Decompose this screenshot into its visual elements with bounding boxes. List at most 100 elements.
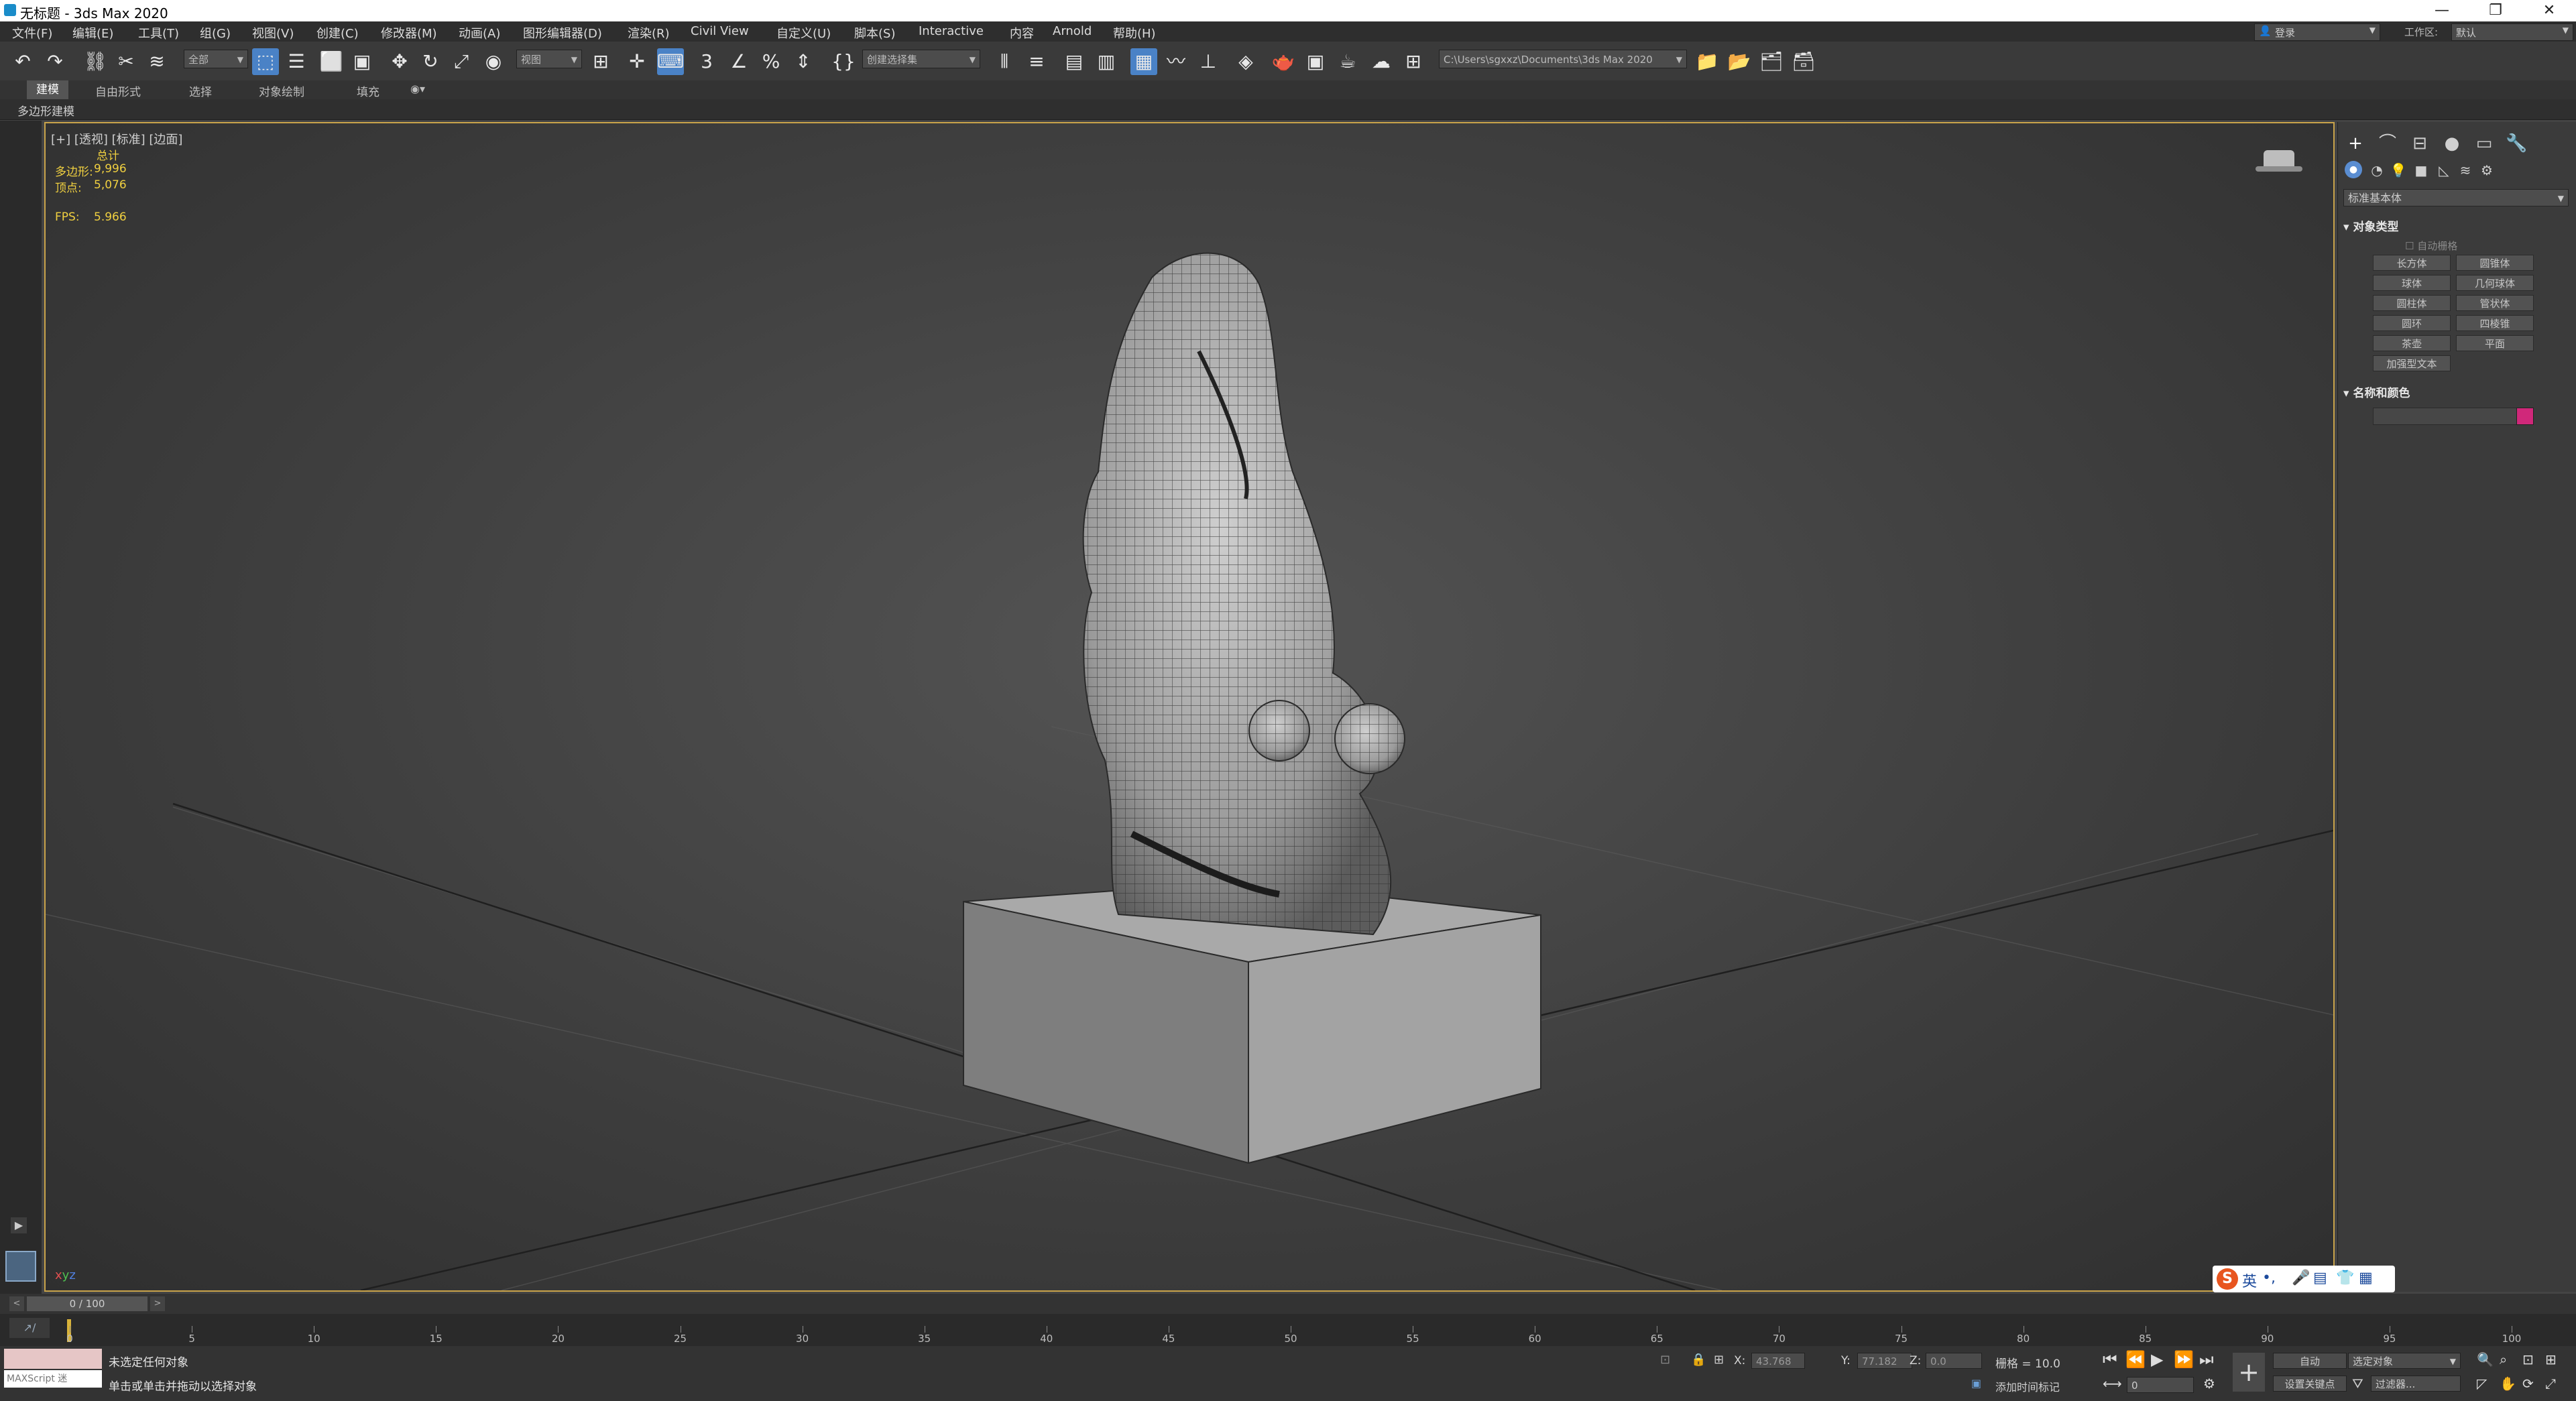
maximize-viewport-icon[interactable]: ⤢ [2545, 1376, 2556, 1392]
time-configuration-icon[interactable]: ⚙ [2203, 1376, 2215, 1392]
track-bar[interactable]: ↗∕ 0 5 10 15 20 25 30 35 40 45 50 55 60 65 70 75 80 85 90 9… [0, 1314, 2576, 1346]
render-in-cloud-icon[interactable]: ☁ [1368, 48, 1395, 75]
ribbon-tab-populate[interactable]: 填充 [357, 82, 379, 99]
cameras-icon[interactable]: ■ [2410, 160, 2432, 181]
menu-view[interactable]: 视图(V) [252, 24, 294, 42]
a360-gallery-icon[interactable]: ⊞ [1400, 48, 1427, 75]
name-color-rollout[interactable]: ▾ 名称和颜色 [2343, 383, 2569, 400]
zoom-all-icon[interactable]: ⌕ [2500, 1351, 2507, 1367]
perspective-viewport[interactable]: [+] [透视] [标准] [边面] 总计 多边形: 9,996 顶点: 5,0… [44, 122, 2335, 1292]
display-tab-icon[interactable]: ▭ [2473, 133, 2495, 154]
set-key-icon[interactable]: + [2233, 1353, 2265, 1392]
play-icon[interactable]: ▶ [2151, 1350, 2163, 1369]
motion-tab-icon[interactable]: ● [2441, 133, 2463, 154]
reference-coordinate-dropdown[interactable]: 视图 ▼ [516, 50, 582, 68]
y-coordinate-field[interactable]: 77.182 [1857, 1353, 1912, 1369]
lights-icon[interactable]: 💡 [2388, 160, 2409, 181]
rectangular-selection-icon[interactable]: ⬜ [318, 48, 345, 75]
next-frame-icon[interactable]: > [150, 1296, 165, 1311]
menu-graph-editors[interactable]: 图形编辑器(D) [523, 24, 602, 42]
plane-button[interactable]: 平面 [2456, 335, 2534, 351]
menu-tools[interactable]: 工具(T) [138, 24, 179, 42]
percent-snap-icon[interactable]: % [758, 48, 784, 75]
utilities-tab-icon[interactable]: 🔧 [2506, 133, 2527, 154]
expand-arrow-icon[interactable]: ▶ [11, 1217, 27, 1233]
pan-view-icon[interactable]: ✋ [2500, 1376, 2516, 1392]
time-slider[interactable]: < 0 / 100 > [0, 1294, 2576, 1314]
sphere-button[interactable]: 球体 [2373, 275, 2451, 291]
spinner-snap-icon[interactable]: ⇕ [790, 48, 817, 75]
box-button[interactable]: 长方体 [2373, 255, 2451, 271]
sign-in-dropdown[interactable]: 👤 登录 ▼ [2254, 23, 2380, 41]
systems-icon[interactable]: ⚙ [2476, 160, 2498, 181]
ribbon-tab-selection[interactable]: 选择 [189, 82, 212, 99]
scale-icon[interactable]: ⤢ [448, 48, 475, 75]
zoom-extents-all-icon[interactable]: ⊞ [2545, 1351, 2557, 1367]
cylinder-button[interactable]: 圆柱体 [2373, 295, 2451, 311]
absolute-mode-icon[interactable]: ⊞ [1714, 1353, 1724, 1367]
ime-punctuation[interactable]: •, [2262, 1270, 2276, 1286]
go-to-end-icon[interactable]: ⏭ [2199, 1350, 2214, 1369]
menu-edit[interactable]: 编辑(E) [72, 24, 113, 42]
project-settings-icon[interactable]: 🗃 [1790, 48, 1817, 75]
toggle-layer-explorer-icon[interactable]: ▥ [1093, 48, 1120, 75]
helpers-icon[interactable]: ◺ [2433, 160, 2455, 181]
menu-scripting[interactable]: 脚本(S) [854, 24, 895, 42]
selection-filter-dropdown[interactable]: 全部 ▼ [184, 50, 248, 68]
time-slider-thumb[interactable]: 0 / 100 [27, 1296, 148, 1311]
select-manipulate-icon[interactable]: ✛ [624, 48, 650, 75]
toggle-scene-explorer-icon[interactable]: ▤ [1061, 48, 1088, 75]
keyboard-shortcut-override-icon[interactable]: ⌨ [657, 48, 684, 75]
move-icon[interactable]: ✥ [386, 48, 413, 75]
torus-button[interactable]: 圆环 [2373, 315, 2451, 331]
key-mode-toggle-icon[interactable]: ⟷ [2103, 1376, 2122, 1392]
field-of-view-icon[interactable]: ◸ [2477, 1376, 2487, 1392]
menu-group[interactable]: 组(G) [200, 24, 231, 42]
toggle-ribbon-icon[interactable]: ▦ [1130, 48, 1157, 75]
angle-snap-icon[interactable]: ∠ [725, 48, 752, 75]
z-coordinate-field[interactable]: 0.0 [1926, 1353, 1982, 1369]
keyboard-icon[interactable]: ▤ [2313, 1270, 2327, 1286]
polygon-modeling-label[interactable]: 多边形建模 [17, 102, 74, 119]
window-crossing-icon[interactable]: ▣ [349, 48, 375, 75]
link-icon[interactable]: ⛓ [82, 48, 109, 75]
set-key-button[interactable]: 设置关键点 [2273, 1376, 2347, 1392]
skin-icon[interactable]: 👕 [2336, 1270, 2354, 1286]
geosphere-button[interactable]: 几何球体 [2456, 275, 2534, 291]
schematic-view-icon[interactable]: ⊥ [1195, 48, 1222, 75]
selection-lock-icon[interactable]: 🔒 [1691, 1353, 1706, 1367]
open-explorer-icon[interactable]: 📁 [1694, 48, 1720, 75]
text-plus-button[interactable]: 加强型文本 [2373, 355, 2451, 371]
render-production-icon[interactable]: ☕ [1334, 48, 1361, 75]
primitive-category-dropdown[interactable]: 标准基本体 ▼ [2343, 189, 2569, 206]
menu-help[interactable]: 帮助(H) [1113, 24, 1156, 42]
close-button[interactable]: ✕ [2522, 0, 2576, 21]
minimize-button[interactable]: — [2415, 0, 2469, 21]
autogrid-checkbox[interactable]: ☐ 自动栅格 [2405, 239, 2457, 253]
rendered-frame-window-icon[interactable]: ▣ [1302, 48, 1329, 75]
viewport-layout-thumbnail[interactable] [5, 1251, 36, 1282]
object-name-field[interactable] [2373, 408, 2522, 425]
hierarchy-tab-icon[interactable]: ⊟ [2409, 133, 2431, 154]
select-by-name-icon[interactable]: ☰ [283, 48, 310, 75]
x-coordinate-field[interactable]: 43.768 [1751, 1353, 1805, 1369]
menu-arnold[interactable]: Arnold [1053, 24, 1092, 38]
object-color-swatch[interactable] [2516, 408, 2534, 425]
menu-rendering[interactable]: 渲染(R) [628, 24, 670, 42]
zoom-extents-icon[interactable]: ⊡ [2522, 1351, 2534, 1367]
render-setup-icon[interactable]: 🫖 [1270, 48, 1297, 75]
modify-tab-icon[interactable]: ⌒ [2377, 133, 2398, 154]
menu-civil-view[interactable]: Civil View [691, 24, 749, 38]
viewport-label-menu[interactable]: [+] [透视] [标准] [边面] [51, 130, 182, 147]
ribbon-tab-modeling[interactable]: 建模 [27, 80, 68, 99]
select-object-icon[interactable]: ⬚ [252, 48, 279, 75]
place-icon[interactable]: ◉ [480, 48, 507, 75]
snaps-toggle-icon[interactable]: 3 [693, 48, 720, 75]
key-filter-icon[interactable]: ⛛ [2352, 1376, 2363, 1392]
maxscript-listener-pink[interactable] [4, 1349, 102, 1369]
add-time-tag[interactable]: 添加时间标记 [1995, 1378, 2060, 1394]
zoom-icon[interactable]: 🔍 [2477, 1351, 2494, 1367]
microphone-icon[interactable]: 🎤 [2292, 1270, 2310, 1286]
menu-content[interactable]: 内容 [1010, 24, 1034, 42]
bind-space-warp-icon[interactable]: ≋ [143, 48, 170, 75]
